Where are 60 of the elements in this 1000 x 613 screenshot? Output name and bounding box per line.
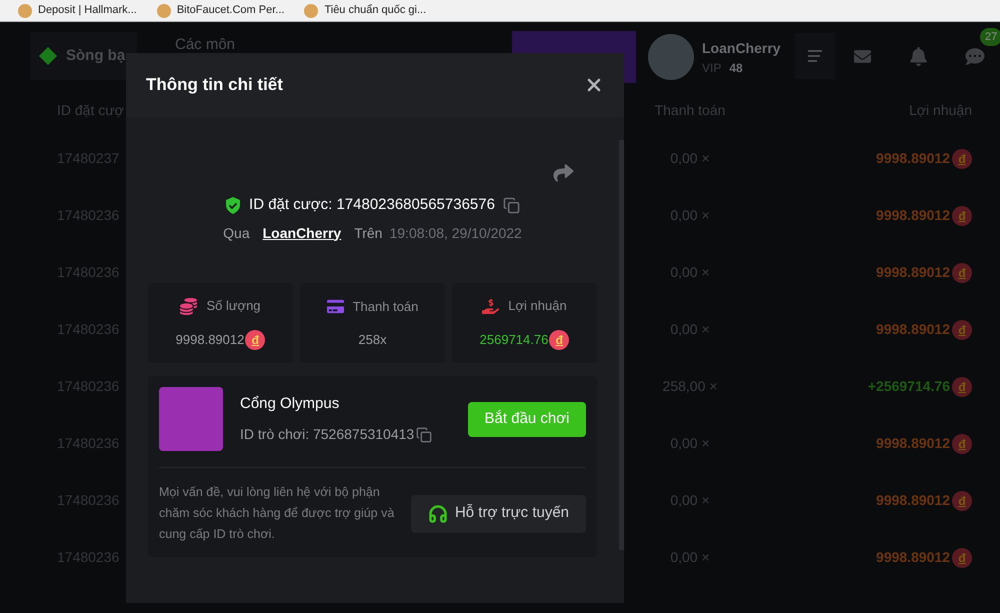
currency-coin: đ [952,376,972,396]
currency-coin: đ [952,490,972,510]
scrollbar[interactable] [619,140,624,550]
bookmark-link[interactable]: BitoFaucet.Com Per... [156,2,284,19]
user-name: LoanCherry [702,38,781,58]
stat-value: 2569714.76 [480,331,548,349]
table-cell-text: +2569714.76 [868,377,950,396]
table-cell-text: 9998.89012 [876,548,950,567]
chat-icon[interactable] [965,47,985,66]
site-icon [304,4,318,18]
card-icon [326,298,344,315]
cards-icon [38,46,58,66]
by-label: Qua [223,224,250,243]
user-link[interactable]: LoanCherry [262,222,342,244]
table-cell-text: 9998.89012 [876,320,950,339]
coins-icon [180,298,198,314]
table-cell-text: 9998.89012 [876,491,950,510]
site-icon [156,4,171,18]
hand-money-icon [482,298,500,314]
game-title: Cổng Olympus [240,394,340,414]
on-label: Trên [354,224,382,242]
currency-coin: đ [549,330,570,350]
currency-coin: đ [952,548,972,568]
bookmark-link[interactable]: Tiêu chuẩn quốc gi... [304,2,426,19]
stat-value: 9998.89012 [176,331,244,349]
support-text: Mọi vấn đề, vui lòng liên hệ với bộ phận chăm sóc khách hàng để được trợ giúp và cung cấp ID trò chơi. [159,484,395,543]
stat-label: Lợi nhuận [508,297,567,316]
support-button[interactable]: Hỗ trợ trực tuyến [411,494,586,532]
list-icon [807,49,823,63]
table-cell-text: 9998.89012 [876,434,950,453]
stat-label: Số lượng [206,297,261,316]
stat-value: 258x [358,331,387,349]
currency-coin: đ [952,320,972,340]
currency-coin: đ [952,148,972,168]
share-icon[interactable] [553,163,574,183]
shield-check-icon [225,196,242,214]
mail-icon[interactable] [853,48,872,65]
table-cell-text: 9998.89012 [876,206,950,225]
site-icon [18,4,32,18]
photo-placeholder [159,387,223,451]
copy-icon[interactable] [502,196,520,214]
currency-coin: đ [952,434,972,454]
bet-id: ID đặt cược: 1748023680565736576 [249,194,495,215]
currency-coin: đ [245,330,266,350]
avatar[interactable] [648,34,694,80]
table-cell-text: 9998.89012 [876,263,950,282]
notification-badge: 27 [980,28,1000,46]
bell-icon[interactable] [910,47,927,66]
menu-button[interactable] [795,33,835,79]
dialog-title: Thông tin chi tiết [146,74,283,96]
bet-time: 19:08:08, 29/10/2022 [389,224,522,242]
bookmark-link[interactable]: Deposit | Hallmark... [18,2,137,19]
game-id: ID trò chơi: 7526875310413 [240,425,414,444]
stat-label: Thanh toán [352,298,418,316]
table-cell-text: 9998.89012 [876,149,950,168]
copy-icon[interactable] [416,426,432,443]
currency-coin: đ [952,206,972,226]
vip-level: 48 [729,60,743,76]
currency-coin: đ [952,262,972,282]
headphones-icon [428,504,448,524]
